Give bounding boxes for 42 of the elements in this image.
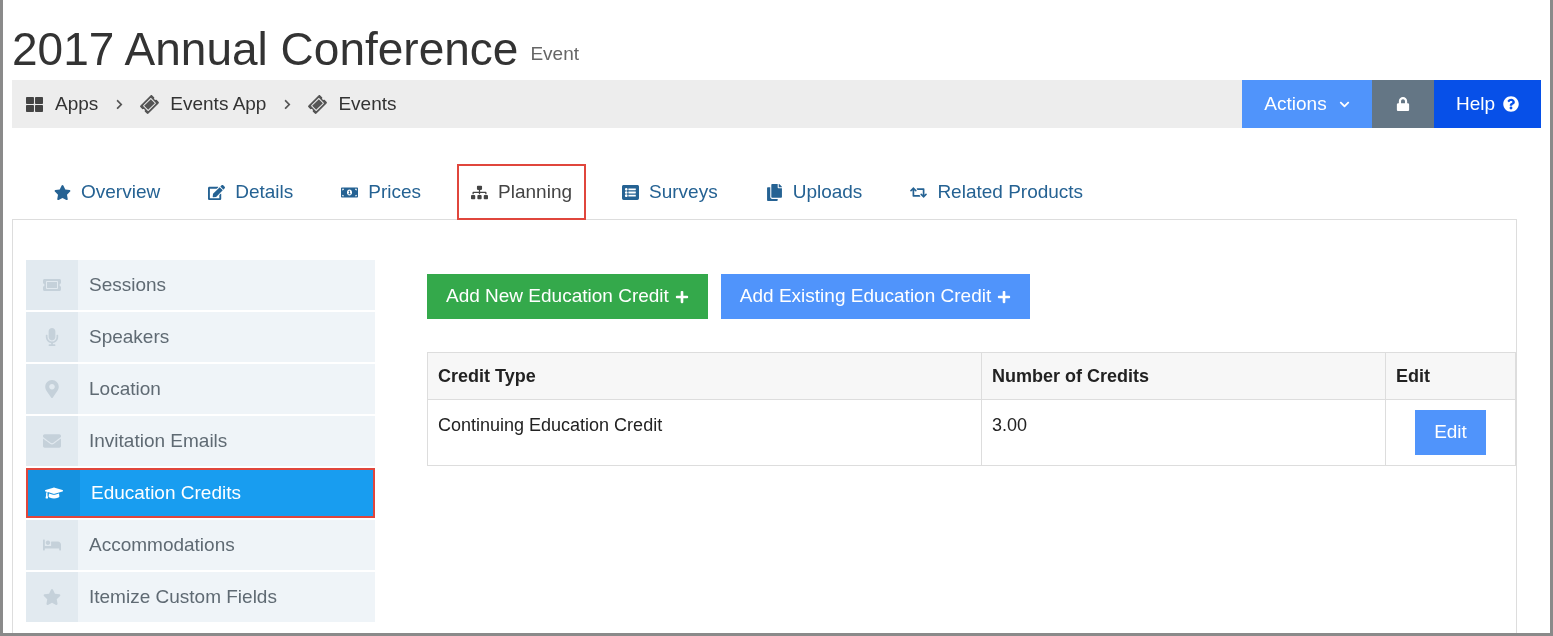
map-pin-icon [43, 380, 61, 398]
tab[interactable]: Planning [457, 164, 586, 220]
breadcrumb-link[interactable]: Events [338, 89, 397, 119]
breadcrumb-link[interactable]: Events App [170, 89, 267, 119]
column-header: Credit Type [427, 352, 982, 400]
table-cell: 3.00 [981, 399, 1386, 466]
lock-icon [1396, 97, 1410, 111]
plus-icon [997, 289, 1012, 304]
tab[interactable]: Uploads [753, 164, 875, 220]
column-header: Edit [1385, 352, 1516, 400]
breadcrumb-link[interactable]: Apps [55, 89, 99, 119]
sidebar-item[interactable]: Itemize Custom Fields [26, 572, 375, 622]
list-icon [622, 183, 639, 201]
plus-icon [674, 289, 689, 304]
table-cell: Continuing Education Credit [427, 399, 982, 466]
tab[interactable]: Surveys [610, 164, 730, 220]
copy-icon [765, 183, 783, 201]
page-subtitle: Event [530, 41, 579, 66]
sidebar-item[interactable]: Sessions [26, 260, 375, 310]
sidebar-item[interactable]: Accommodations [26, 520, 375, 570]
star-icon [54, 183, 71, 201]
microphone-icon [43, 328, 61, 346]
tab[interactable]: Overview [42, 164, 173, 220]
ticket-icon [43, 276, 61, 294]
sidebar-item[interactable]: Invitation Emails [26, 416, 375, 466]
ticket-icon [137, 92, 162, 116]
column-header: Number of Credits [981, 352, 1386, 400]
ticket-icon [305, 92, 330, 116]
sitemap-icon [471, 183, 489, 201]
sidebar-item[interactable]: Location [26, 364, 375, 414]
envelope-icon [43, 432, 61, 450]
sidebar-item[interactable]: Speakers [26, 312, 375, 362]
edit-icon [208, 183, 226, 201]
help-icon [1503, 96, 1520, 112]
help-button[interactable]: Help [1434, 80, 1541, 128]
tab[interactable]: Prices [329, 164, 434, 220]
grid-icon [26, 95, 43, 113]
tab[interactable]: Details [196, 164, 306, 220]
page-title: 2017 Annual Conference [12, 26, 519, 72]
lock-button[interactable] [1372, 80, 1434, 128]
tab[interactable]: Related Products [898, 164, 1096, 220]
star-icon [43, 588, 61, 606]
